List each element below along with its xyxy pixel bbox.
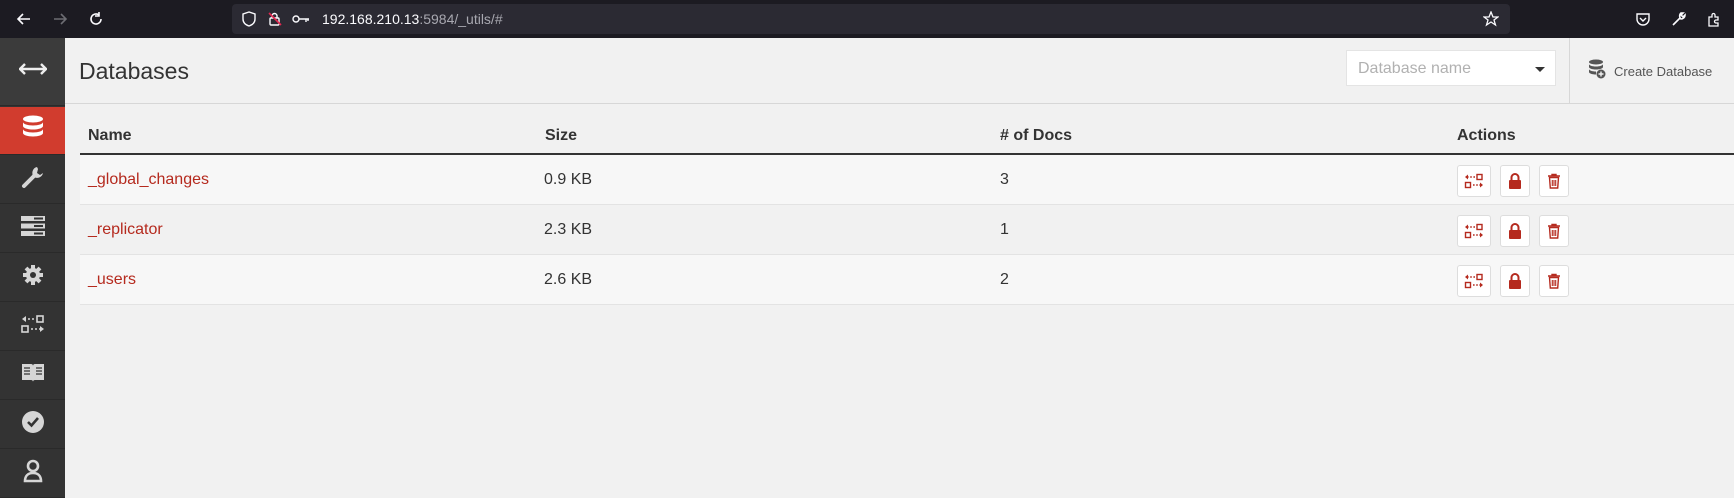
check-circle-icon bbox=[21, 410, 45, 439]
database-size: 2.6 KB bbox=[544, 271, 593, 288]
database-link[interactable]: _global_changes bbox=[88, 171, 209, 189]
replicate-icon bbox=[1464, 173, 1483, 189]
sidebar bbox=[0, 38, 65, 498]
arrows-horizontal-icon bbox=[17, 62, 48, 81]
create-database-label: Create Database bbox=[1614, 63, 1713, 79]
trash-icon bbox=[1548, 273, 1560, 289]
reload-icon[interactable] bbox=[84, 7, 108, 31]
url-path: :5984/_utils/# bbox=[419, 11, 503, 27]
gear-icon bbox=[22, 264, 44, 291]
database-add-icon bbox=[1588, 59, 1606, 84]
address-bar[interactable]: 192.168.210.13:5984/_utils/# bbox=[232, 4, 1510, 34]
book-icon bbox=[21, 362, 45, 389]
user-icon bbox=[23, 459, 43, 488]
replicate-icon bbox=[1464, 223, 1483, 239]
lock-icon bbox=[1509, 273, 1521, 289]
url-host: 192.168.210.13 bbox=[322, 11, 420, 27]
replicate-icon bbox=[1464, 273, 1483, 289]
url-text[interactable]: 192.168.210.13:5984/_utils/# bbox=[322, 11, 503, 27]
sidebar-item-config[interactable] bbox=[0, 254, 65, 302]
database-doc-count: 3 bbox=[1000, 171, 1009, 188]
page-title: Databases bbox=[79, 58, 189, 84]
database-doc-count: 1 bbox=[1000, 221, 1009, 238]
column-header-size: Size bbox=[545, 127, 578, 144]
back-icon[interactable] bbox=[12, 7, 36, 31]
caret-down-icon bbox=[1535, 67, 1545, 72]
databases-table: Name Size # of Docs Actions _global_chan… bbox=[80, 118, 1734, 305]
database-size: 0.9 KB bbox=[544, 171, 593, 188]
database-link[interactable]: _users bbox=[88, 271, 136, 289]
permissions-button[interactable] bbox=[1500, 165, 1530, 197]
delete-button[interactable] bbox=[1539, 165, 1569, 197]
lock-icon bbox=[1509, 173, 1521, 189]
replicate-icon bbox=[20, 313, 46, 340]
forward-icon[interactable] bbox=[48, 7, 72, 31]
sidebar-item-active-tasks[interactable] bbox=[0, 205, 65, 253]
replicate-button[interactable] bbox=[1457, 165, 1491, 197]
sidebar-item-databases[interactable] bbox=[0, 107, 65, 155]
database-link[interactable]: _replicator bbox=[88, 221, 163, 239]
permissions-button[interactable] bbox=[1500, 265, 1530, 297]
sidebar-item-documentation[interactable] bbox=[0, 352, 65, 400]
sidebar-item-replication[interactable] bbox=[0, 303, 65, 351]
column-header-docs: # of Docs bbox=[1000, 127, 1073, 144]
table-row: _users 2.6 KB 2 bbox=[80, 255, 1734, 305]
pocket-icon[interactable] bbox=[1632, 8, 1654, 30]
database-doc-count: 2 bbox=[1000, 271, 1009, 288]
server-icon bbox=[20, 215, 46, 242]
insecure-lock-icon[interactable] bbox=[266, 10, 284, 28]
page-header: Databases Database name Create Database bbox=[65, 38, 1734, 104]
database-icon bbox=[22, 115, 44, 146]
database-name-placeholder: Database name bbox=[1358, 60, 1471, 77]
permissions-button[interactable] bbox=[1500, 215, 1530, 247]
sidebar-item-setup[interactable] bbox=[0, 156, 65, 204]
sidebar-toggle[interactable] bbox=[0, 38, 65, 106]
delete-button[interactable] bbox=[1539, 215, 1569, 247]
table-row: _global_changes 0.9 KB 3 bbox=[80, 155, 1734, 205]
table-row: _replicator 2.3 KB 1 bbox=[80, 205, 1734, 255]
create-database-button[interactable]: Create Database bbox=[1570, 38, 1734, 104]
database-size: 2.3 KB bbox=[544, 221, 593, 238]
delete-button[interactable] bbox=[1539, 265, 1569, 297]
trash-icon bbox=[1548, 223, 1560, 239]
replicate-button[interactable] bbox=[1457, 265, 1491, 297]
wrench-icon bbox=[21, 165, 45, 194]
bookmark-star-icon[interactable] bbox=[1482, 10, 1500, 28]
wrench-tool-icon[interactable] bbox=[1668, 8, 1690, 30]
database-name-select[interactable]: Database name bbox=[1346, 50, 1556, 86]
browser-toolbar: 192.168.210.13:5984/_utils/# bbox=[0, 0, 1734, 38]
extensions-icon[interactable] bbox=[1703, 8, 1725, 30]
column-header-name: Name bbox=[88, 127, 132, 144]
trash-icon bbox=[1548, 173, 1560, 189]
shield-icon[interactable] bbox=[240, 10, 258, 28]
lock-icon bbox=[1509, 223, 1521, 239]
key-icon[interactable] bbox=[292, 10, 310, 28]
table-header: Name Size # of Docs Actions bbox=[80, 118, 1734, 155]
replicate-button[interactable] bbox=[1457, 215, 1491, 247]
sidebar-item-user[interactable] bbox=[0, 450, 65, 498]
column-header-actions: Actions bbox=[1457, 127, 1516, 144]
sidebar-item-verify[interactable] bbox=[0, 401, 65, 449]
